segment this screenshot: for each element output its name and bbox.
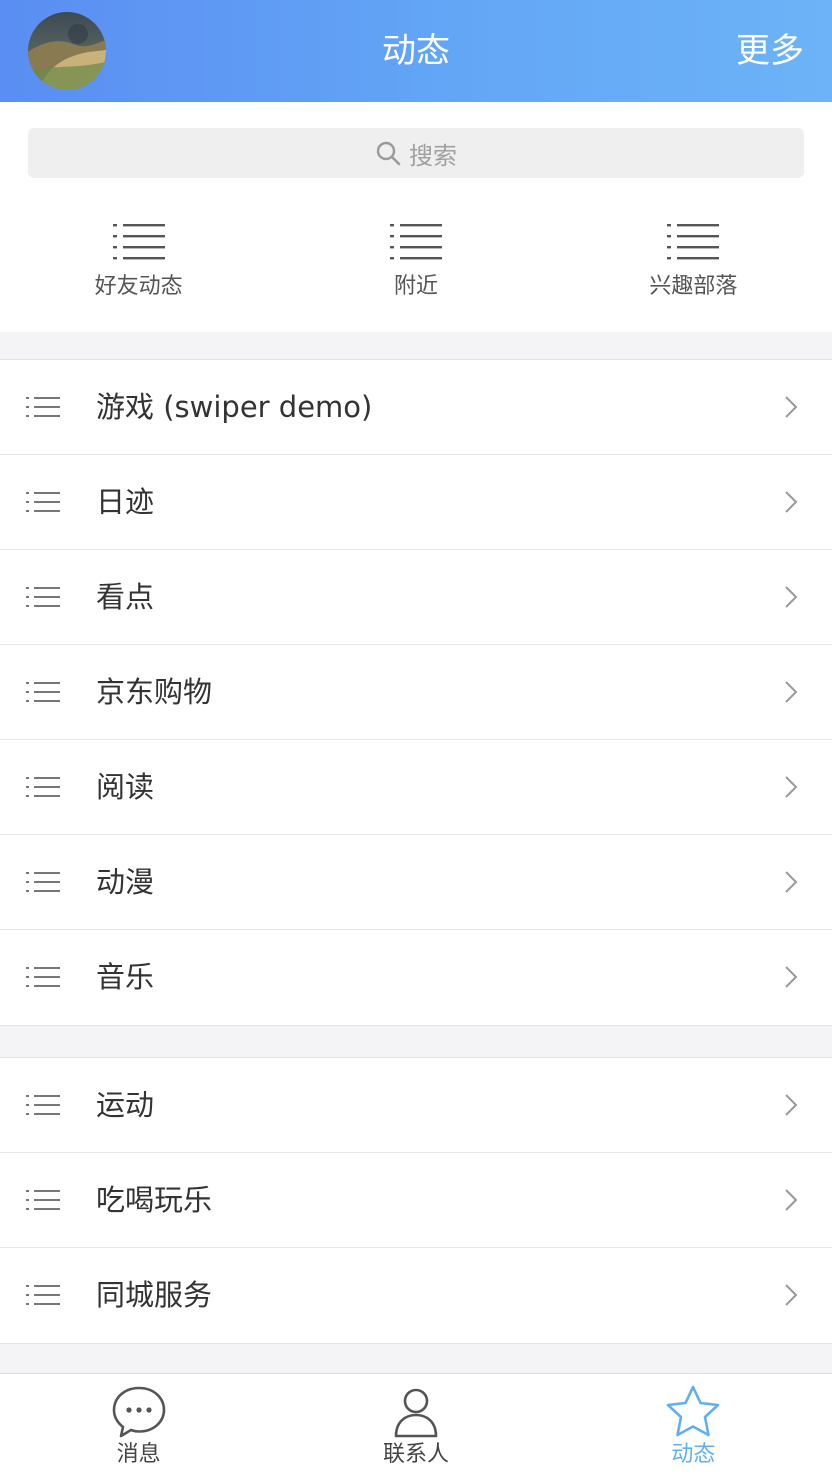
top-panel: 搜索 好友动态 附近 兴趣部落 (0, 102, 832, 332)
list-item-label: 阅读 (96, 770, 155, 804)
list-item-anime[interactable]: 动漫 (0, 835, 832, 930)
chevron-right-icon (785, 681, 798, 703)
list-item-local-services[interactable]: 同城服务 (0, 1248, 832, 1343)
contact-person-icon (394, 1388, 438, 1438)
chevron-right-icon (785, 396, 798, 418)
tab-messages[interactable]: 消息 (0, 1374, 277, 1478)
list-icon (112, 224, 165, 260)
list-item-daily-trace[interactable]: 日迹 (0, 455, 832, 550)
list-icon (26, 682, 60, 702)
more-button[interactable]: 更多 (736, 28, 804, 74)
list-item-jd-shopping[interactable]: 京东购物 (0, 645, 832, 740)
list-icon (26, 777, 60, 797)
list-icon (26, 1285, 60, 1305)
search-input[interactable]: 搜索 (28, 128, 804, 178)
list-item-sports[interactable]: 运动 (0, 1058, 832, 1153)
list-item-label: 日迹 (96, 485, 155, 519)
list-icon (26, 587, 60, 607)
chevron-right-icon (785, 586, 798, 608)
tab-feed[interactable]: 动态 (555, 1374, 832, 1478)
shortcut-label: 好友动态 (94, 274, 183, 299)
chevron-right-icon (785, 1094, 798, 1116)
search-placeholder: 搜索 (409, 141, 457, 170)
list-item-game[interactable]: 游戏 (swiper demo) (0, 360, 832, 455)
tab-contacts[interactable]: 联系人 (277, 1374, 554, 1478)
list-icon (26, 492, 60, 512)
list-icon (26, 967, 60, 987)
header-bar: 动态 更多 (0, 0, 832, 102)
chevron-right-icon (785, 776, 798, 798)
list-item-label: 动漫 (96, 865, 155, 899)
page-title: 动态 (382, 31, 450, 71)
chevron-right-icon (785, 491, 798, 513)
list-item-music[interactable]: 音乐 (0, 930, 832, 1025)
star-icon (667, 1385, 720, 1437)
list-item-highlights[interactable]: 看点 (0, 550, 832, 645)
list-item-label: 音乐 (96, 960, 155, 994)
list-icon (389, 224, 442, 260)
shortcut-interest-tribe[interactable]: 兴趣部落 (555, 220, 832, 310)
search-icon (376, 141, 401, 166)
chevron-right-icon (785, 966, 798, 988)
feature-list-2: 运动 吃喝玩乐 同城服务 (0, 1057, 832, 1344)
list-item-label: 游戏 (swiper demo) (96, 390, 373, 424)
list-icon (26, 1095, 60, 1115)
bottom-tab-bar: 消息 联系人 动态 (0, 1373, 832, 1478)
list-icon (26, 872, 60, 892)
shortcut-row: 好友动态 附近 兴趣部落 (0, 220, 832, 310)
chat-bubble-icon (112, 1386, 165, 1438)
list-item-label: 运动 (96, 1088, 155, 1122)
list-item-label: 吃喝玩乐 (96, 1183, 213, 1217)
tab-label: 消息 (116, 1442, 161, 1467)
tab-label: 动态 (671, 1442, 716, 1467)
list-icon (26, 1190, 60, 1210)
chevron-right-icon (785, 871, 798, 893)
shortcut-friend-feed[interactable]: 好友动态 (0, 220, 277, 310)
chevron-right-icon (785, 1189, 798, 1211)
app-root: 动态 更多 搜索 好友动态 附近 兴趣部落 游戏 (swiper demo) 日… (0, 0, 832, 1478)
list-item-label: 京东购物 (96, 675, 213, 709)
list-icon (667, 224, 720, 260)
tab-label: 联系人 (382, 1442, 449, 1467)
shortcut-nearby[interactable]: 附近 (277, 220, 554, 310)
list-icon (26, 397, 60, 417)
chevron-right-icon (785, 1284, 798, 1306)
shortcut-label: 兴趣部落 (649, 274, 738, 299)
shortcut-label: 附近 (393, 274, 438, 299)
list-item-label: 看点 (96, 580, 155, 614)
list-item-reading[interactable]: 阅读 (0, 740, 832, 835)
list-item-food-fun[interactable]: 吃喝玩乐 (0, 1153, 832, 1248)
feature-list-1: 游戏 (swiper demo) 日迹 看点 京东购物 阅读 动漫 音乐 (0, 359, 832, 1026)
list-item-label: 同城服务 (96, 1278, 213, 1312)
